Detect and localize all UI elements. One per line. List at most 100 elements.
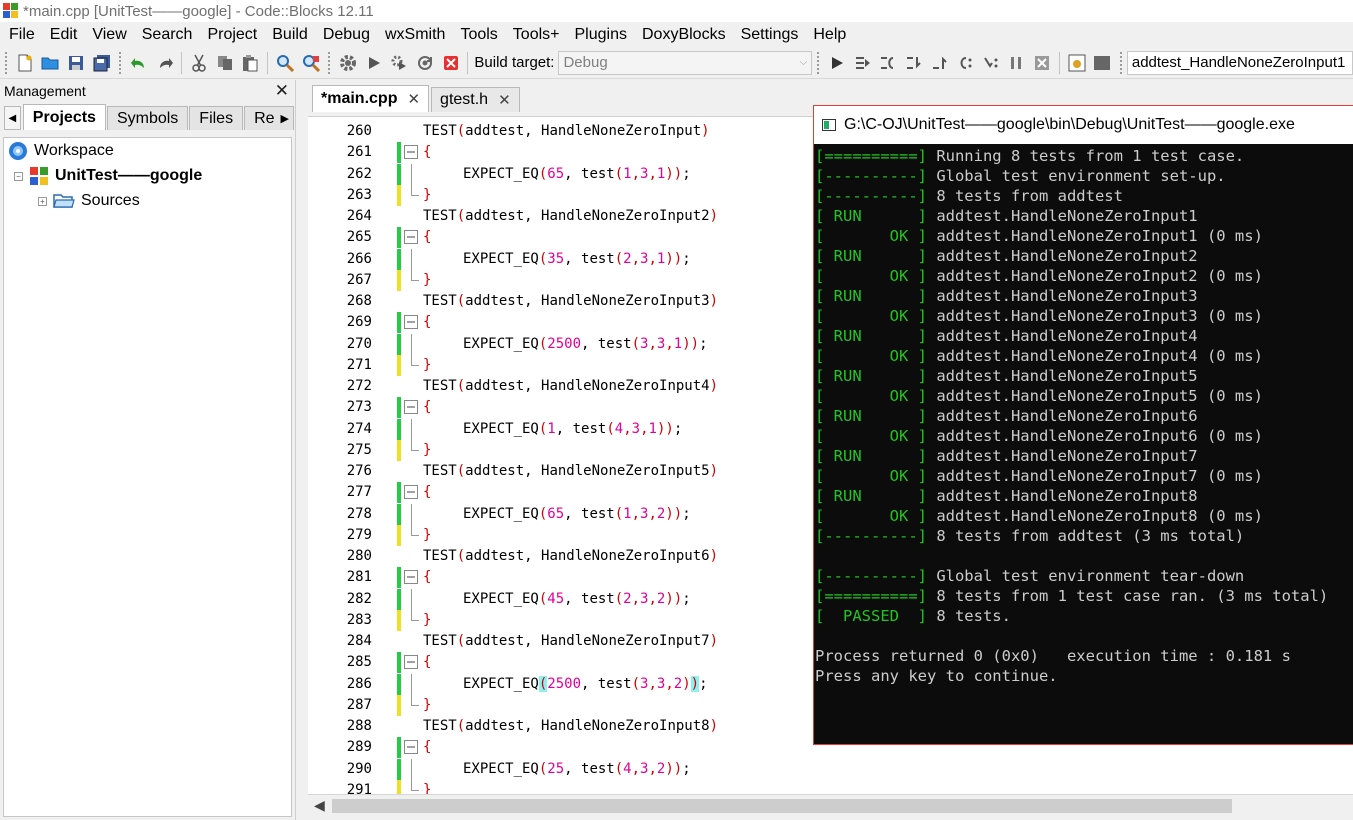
code-text: EXPECT_EQ(1, test(4,3,1)); [463,419,682,440]
new-file-icon[interactable] [13,51,37,75]
build-and-run-icon[interactable] [388,51,412,75]
code-token: ) [682,335,691,352]
rebuild-icon[interactable] [413,51,437,75]
code-token: addtest, HandleNoneZeroInput2 [465,208,710,224]
menu-plugins[interactable]: Plugins [568,26,635,44]
code-token: , test [564,760,615,777]
console-line: [ RUN ] addtest.HandleNoneZeroInput4 [815,326,1198,346]
menu-wxsmith[interactable]: wxSmith [378,26,453,44]
console-tag: [ OK ] [815,507,927,525]
tree-project[interactable]: − UnitTest——google [14,165,202,187]
tab-resources[interactable]: Re ▶ [244,106,294,130]
tab-main-cpp[interactable]: *main.cpp ✕ [312,85,430,112]
menu-doxyblocks[interactable]: DoxyBlocks [635,26,734,44]
menu-view[interactable]: View [85,26,134,44]
line-number: 272 [346,378,372,394]
function-select[interactable]: addtest_HandleNoneZeroInput1 [1126,50,1353,75]
console-tag: [ OK ] [815,427,927,445]
console-tag: [ RUN ] [815,207,927,225]
fold-line [411,758,412,780]
menu-debug[interactable]: Debug [316,26,378,44]
console-line: Process returned 0 (0x0) execution time … [815,646,1291,666]
toolbar-grip[interactable] [3,51,9,74]
fold-icon[interactable] [404,740,418,755]
tab-gtest-h[interactable]: gtest.h ✕ [431,87,520,112]
menu-settings[interactable]: Settings [734,26,807,44]
code-token: { [423,314,432,331]
toolbar-grip-4[interactable] [815,51,822,74]
close-icon[interactable]: ✕ [498,91,511,109]
menu-search[interactable]: Search [135,26,201,44]
code-token: , [648,760,657,777]
info-window-icon[interactable] [1090,51,1114,75]
code-token: , [631,760,641,777]
tab-files[interactable]: Files [189,106,244,130]
copy-icon[interactable] [213,51,237,75]
replace-icon[interactable] [299,51,323,75]
fold-icon[interactable] [404,145,418,160]
next-line-icon[interactable] [876,51,900,75]
workspace-icon [9,142,27,160]
stop-debugger-icon[interactable] [1030,51,1054,75]
step-out-icon[interactable] [928,51,952,75]
run-icon[interactable] [362,51,386,75]
next-instruction-icon[interactable] [953,51,977,75]
close-icon[interactable]: ✕ [275,81,289,101]
debug-windows-icon[interactable] [1065,51,1089,75]
tab-scroll-right-icon[interactable]: ▶ [281,112,289,125]
menu-edit[interactable]: Edit [43,26,86,44]
menu-file[interactable]: File [2,26,43,44]
open-folder-icon[interactable] [39,51,63,75]
build-gear-icon[interactable] [336,51,360,75]
tab-symbols[interactable]: Symbols [106,106,189,130]
console-title-bar[interactable]: G:\C-OJ\UnitTest——google\bin\Debug\UnitT… [814,106,1353,144]
collapse-icon[interactable]: − [14,171,23,181]
tab-scroll-left-icon[interactable]: ◀ [4,106,21,130]
horizontal-scrollbar[interactable]: ◀ [308,794,1353,816]
fold-icon[interactable] [404,400,418,415]
cut-icon[interactable] [187,51,211,75]
tree-sources[interactable]: + Sources [38,190,140,212]
code-token: ) [665,250,674,267]
save-all-icon[interactable] [90,51,114,75]
toolbar-grip-3[interactable] [326,51,333,74]
pause-icon[interactable] [1005,51,1029,75]
step-into-icon[interactable] [902,51,926,75]
run-to-cursor-icon[interactable] [851,51,875,75]
undo-icon[interactable] [127,51,151,75]
code-token: EXPECT_EQ [463,760,539,777]
toolbar-grip-5[interactable] [1117,51,1124,74]
code-token: ) [665,420,674,437]
menu-tools[interactable]: Tools [453,26,505,44]
fold-icon[interactable] [404,485,418,500]
find-icon[interactable] [273,51,297,75]
menu-tools-plus[interactable]: Tools+ [506,26,568,44]
menu-help[interactable]: Help [806,26,854,44]
fold-end [411,694,419,706]
close-icon[interactable]: ✕ [407,90,420,108]
save-icon[interactable] [64,51,88,75]
code-token: ) [701,123,710,139]
code-token: 2 [623,590,632,607]
scroll-left-icon[interactable]: ◀ [314,797,325,814]
tree-workspace[interactable]: Workspace [8,140,114,162]
redo-icon[interactable] [153,51,177,75]
abort-icon[interactable] [439,51,463,75]
menu-project[interactable]: Project [200,26,265,44]
debug-continue-icon[interactable] [825,51,849,75]
fold-icon[interactable] [404,230,418,245]
build-target-select[interactable]: Debug ⌵ [558,50,813,75]
console-text: Running 8 tests from 1 test case. [926,147,1245,165]
menu-build[interactable]: Build [265,26,316,44]
tab-projects[interactable]: Projects [22,104,106,130]
fold-icon[interactable] [404,570,418,585]
expand-icon[interactable]: + [38,196,47,206]
console-text: addtest.HandleNoneZeroInput4 (0 ms) [926,347,1263,365]
toolbar-grip-2[interactable] [117,51,124,74]
console-line: [ OK ] addtest.HandleNoneZeroInput7 (0 m… [815,466,1263,486]
step-into-instruction-icon[interactable] [979,51,1003,75]
fold-icon[interactable] [404,655,418,670]
scrollbar-thumb[interactable] [332,799,1232,813]
paste-icon[interactable] [239,51,263,75]
fold-icon[interactable] [404,315,418,330]
